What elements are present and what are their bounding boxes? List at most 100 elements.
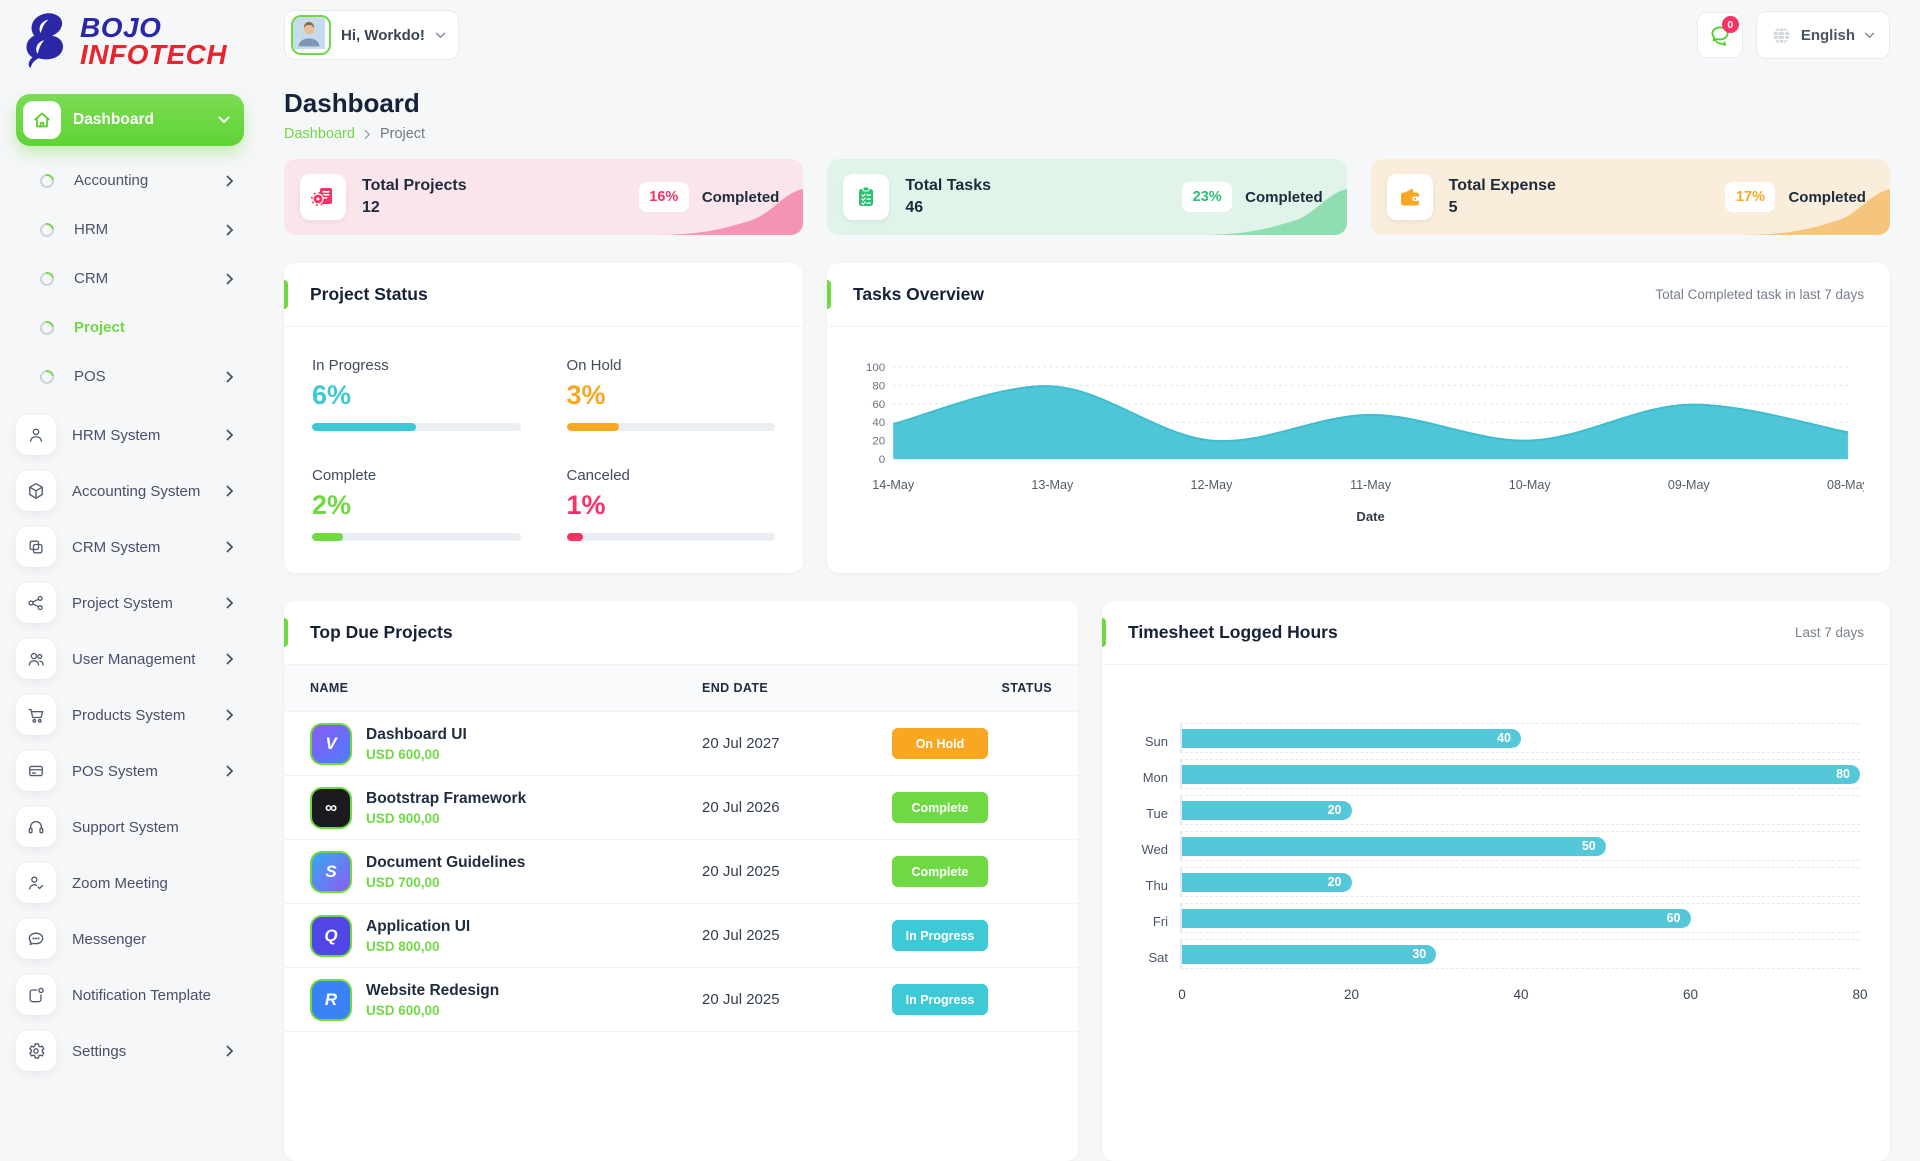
table-row[interactable]: S Document Guidelines USD 700,00 20 Jul … bbox=[284, 840, 1078, 904]
sidebar-item-notification-template[interactable]: Notification Template bbox=[16, 967, 272, 1023]
panel-header: Project Status bbox=[284, 263, 803, 327]
project-name: Document Guidelines bbox=[366, 853, 526, 871]
chevron-right-icon bbox=[226, 765, 234, 777]
timesheet-x-tick: 0 bbox=[1178, 987, 1186, 1002]
chevron-down-icon bbox=[218, 116, 230, 124]
table-row[interactable]: ∞ Bootstrap Framework USD 900,00 20 Jul … bbox=[284, 776, 1078, 840]
chevron-right-icon bbox=[226, 371, 234, 382]
greeting-text: Hi, Workdo! bbox=[341, 26, 425, 44]
table-row[interactable]: V Dashboard UI USD 600,00 20 Jul 2027 On… bbox=[284, 712, 1078, 776]
sidebar-item-messenger[interactable]: Messenger bbox=[16, 911, 272, 967]
project-avatar: V bbox=[310, 722, 352, 765]
globe-icon bbox=[1773, 26, 1790, 44]
table-row[interactable]: R Website Redesign USD 600,00 20 Jul 202… bbox=[284, 968, 1078, 1032]
project-avatar: Q bbox=[310, 914, 352, 957]
status-badge: In Progress bbox=[892, 920, 988, 951]
sidebar-item-project[interactable]: Project bbox=[16, 303, 272, 352]
percent-badge: 17% bbox=[1725, 182, 1776, 212]
user-menu[interactable]: Hi, Workdo! bbox=[284, 10, 459, 60]
table-row[interactable]: Q Application UI USD 800,00 20 Jul 2025 … bbox=[284, 904, 1078, 968]
tasks-icon bbox=[843, 174, 890, 220]
timesheet-bar-row: Sun 40 bbox=[1128, 723, 1860, 759]
accent-bar bbox=[284, 618, 288, 647]
brand-logo[interactable]: BOJO INFOTECH bbox=[18, 12, 272, 72]
stat-card-text: Total Expense 5 bbox=[1449, 177, 1556, 217]
svg-text:10-May: 10-May bbox=[1509, 478, 1552, 492]
cart-icon bbox=[16, 695, 56, 735]
timesheet-category-label: Sat bbox=[1148, 949, 1168, 965]
stat-card-total-tasks: Total Tasks 46 23% Completed bbox=[827, 159, 1347, 235]
sidebar-item-accounting[interactable]: Accounting bbox=[16, 156, 272, 205]
timesheet-bar-row: Sat 30 bbox=[1128, 939, 1860, 975]
share-icon bbox=[16, 583, 56, 623]
chevron-right-icon bbox=[226, 273, 234, 284]
brand-name-bottom: INFOTECH bbox=[80, 39, 228, 70]
status-badge: In Progress bbox=[892, 984, 988, 1015]
completed-label: Completed bbox=[1788, 188, 1866, 206]
sidebar-item-crm-system[interactable]: CRM System bbox=[16, 519, 272, 575]
sidebar-item-project-system[interactable]: Project System bbox=[16, 575, 272, 631]
progress-track bbox=[312, 423, 521, 431]
timesheet-chart: Sun 40 Mon 80 Tue 20 Wed 50 Thu 20 Fri 6… bbox=[1102, 665, 1890, 1011]
stat-card-meta: 16% Completed bbox=[638, 182, 784, 212]
stat-card-total-projects: Total Projects 12 16% Completed bbox=[284, 159, 804, 235]
bullet-icon bbox=[37, 366, 57, 387]
timesheet-band: 20 bbox=[1180, 867, 1860, 897]
page-head: Dashboard Dashboard Project bbox=[284, 88, 1890, 142]
timesheet-bars: Sun 40 Mon 80 Tue 20 Wed 50 Thu 20 Fri 6… bbox=[1128, 723, 1860, 975]
sidebar-item-hrm[interactable]: HRM bbox=[16, 205, 272, 254]
status-stat-canceled: Canceled 1% bbox=[566, 467, 775, 541]
language-selector[interactable]: English bbox=[1755, 11, 1890, 59]
timesheet-band: 30 bbox=[1180, 939, 1860, 969]
panel-title: Timesheet Logged Hours bbox=[1128, 622, 1338, 642]
stat-card-text: Total Tasks 46 bbox=[905, 177, 991, 217]
timesheet-bar-row: Mon 80 bbox=[1128, 759, 1860, 795]
notifications-button[interactable]: 0 bbox=[1696, 12, 1743, 58]
sidebar-item-zoom-meeting[interactable]: Zoom Meeting bbox=[16, 855, 272, 911]
progress-fill bbox=[566, 423, 619, 431]
svg-text:60: 60 bbox=[872, 399, 885, 411]
sidebar-item-dashboard[interactable]: Dashboard bbox=[16, 94, 244, 146]
language-label: English bbox=[1800, 26, 1855, 44]
sidebar-item-support-system[interactable]: Support System bbox=[16, 799, 272, 855]
avatar bbox=[291, 15, 331, 55]
timesheet-x-tick: 40 bbox=[1513, 987, 1529, 1002]
cube-icon bbox=[16, 471, 56, 511]
sidebar-item-pos[interactable]: POS bbox=[16, 352, 272, 401]
timesheet-bar: 20 bbox=[1182, 800, 1352, 820]
sidebar-item-crm[interactable]: CRM bbox=[16, 254, 272, 303]
stat-card-total-expense: Total Expense 5 17% Completed bbox=[1370, 159, 1890, 235]
tasks-overview-chart: 100 80 60 40 20 0 14-May 13-May 12-May 11-May 10-M… bbox=[827, 327, 1890, 538]
svg-text:12-May: 12-May bbox=[1191, 478, 1234, 492]
breadcrumb-dashboard-link[interactable]: Dashboard bbox=[284, 126, 355, 142]
project-cell: S Document Guidelines USD 700,00 bbox=[310, 850, 702, 893]
bullet-icon bbox=[37, 317, 57, 338]
timesheet-bar-row: Tue 20 bbox=[1128, 795, 1860, 831]
svg-text:11-May: 11-May bbox=[1350, 478, 1392, 492]
completed-label: Completed bbox=[1245, 188, 1323, 206]
users-icon bbox=[16, 639, 56, 679]
chat-icon bbox=[16, 919, 56, 959]
sidebar-item-hrm-system[interactable]: HRM System bbox=[16, 407, 272, 463]
chevron-down-icon bbox=[435, 32, 446, 38]
chevron-right-icon bbox=[226, 485, 234, 497]
project-cell: V Dashboard UI USD 600,00 bbox=[310, 722, 702, 765]
percent-badge: 23% bbox=[1182, 182, 1233, 212]
stat-card-value: 46 bbox=[905, 199, 924, 216]
chevron-right-icon bbox=[226, 709, 234, 721]
timesheet-bar: 80 bbox=[1182, 764, 1860, 784]
sidebar-item-pos-system[interactable]: POS System bbox=[16, 743, 272, 799]
project-amount: USD 600,00 bbox=[366, 746, 440, 762]
sidebar-item-user-management[interactable]: User Management bbox=[16, 631, 272, 687]
svg-text:09-May: 09-May bbox=[1668, 478, 1711, 492]
timesheet-category-label: Sun bbox=[1144, 733, 1168, 749]
timesheet-category-label: Thu bbox=[1145, 877, 1168, 893]
user-icon bbox=[16, 415, 56, 455]
sidebar-item-settings[interactable]: Settings bbox=[16, 1023, 272, 1079]
sidebar-item-products-system[interactable]: Products System bbox=[16, 687, 272, 743]
main-content: Hi, Workdo! 0 English Dashboard Dashboar… bbox=[284, 0, 1890, 1161]
progress-fill bbox=[312, 533, 344, 541]
end-date-cell: 20 Jul 2027 bbox=[702, 735, 780, 752]
svg-text:13-May: 13-May bbox=[1031, 478, 1074, 492]
sidebar-item-accounting-system[interactable]: Accounting System bbox=[16, 463, 272, 519]
